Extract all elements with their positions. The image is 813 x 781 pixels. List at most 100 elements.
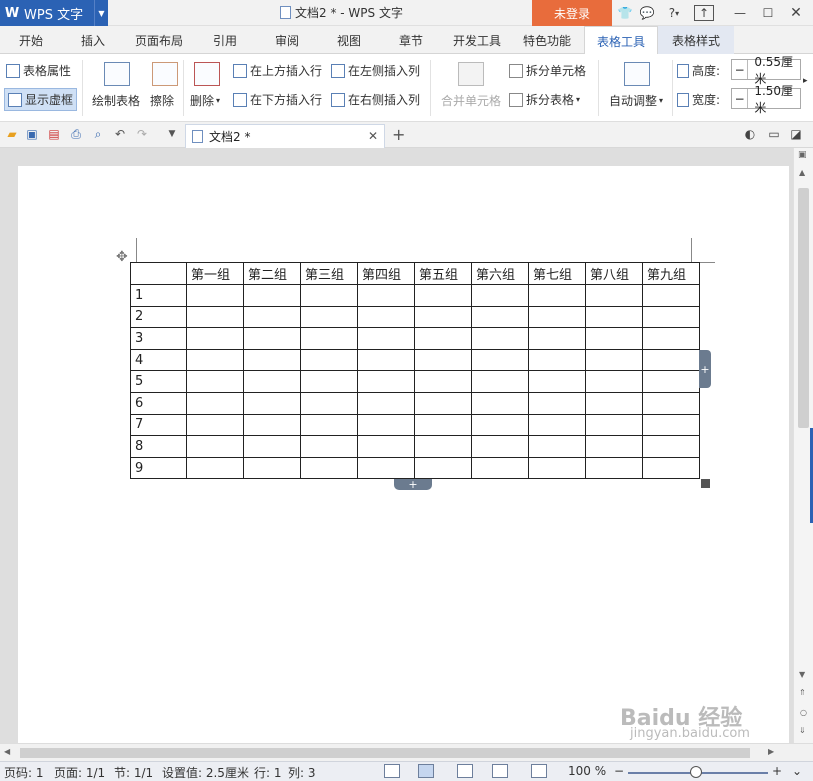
- undo-icon[interactable]: ↶: [112, 126, 128, 142]
- table-cell[interactable]: [186, 391, 244, 415]
- table-cell[interactable]: [357, 348, 415, 372]
- table-cell[interactable]: [585, 305, 643, 329]
- upload-icon[interactable]: ↑: [694, 5, 714, 21]
- table-header-cell[interactable]: 第一组: [186, 262, 244, 285]
- table-cell[interactable]: [243, 348, 301, 372]
- next-page-icon[interactable]: ⇓: [799, 726, 806, 735]
- table-resize-handle-icon[interactable]: [701, 479, 710, 488]
- table-cell[interactable]: [414, 284, 472, 307]
- maximize-icon[interactable]: ☐: [758, 3, 778, 23]
- decrease-height-button[interactable]: −: [732, 60, 749, 79]
- tab-review[interactable]: 审阅: [264, 26, 310, 54]
- table-header-cell[interactable]: 第三组: [300, 262, 358, 285]
- table-cell[interactable]: [186, 370, 244, 393]
- table-cell[interactable]: [357, 284, 415, 307]
- tab-page-layout[interactable]: 页面布局: [128, 26, 190, 54]
- table-cell[interactable]: [186, 456, 244, 480]
- row-label-cell[interactable]: 6: [130, 391, 187, 415]
- table-cell[interactable]: [186, 284, 244, 307]
- table-cell[interactable]: [300, 327, 358, 350]
- insert-col-right-button[interactable]: 在右侧插入列: [331, 91, 420, 108]
- table-cell[interactable]: [357, 305, 415, 329]
- table-cell[interactable]: [414, 370, 472, 393]
- table-cell[interactable]: [414, 413, 472, 437]
- decrease-width-button[interactable]: −: [732, 89, 749, 108]
- login-button[interactable]: 未登录: [532, 0, 612, 26]
- table-cell[interactable]: [471, 391, 529, 415]
- show-gridlines-toggle[interactable]: 显示虚框: [4, 88, 78, 111]
- table-cell[interactable]: [357, 327, 415, 350]
- table-cell[interactable]: [528, 348, 586, 372]
- table-cell[interactable]: [528, 413, 586, 437]
- row-label-cell[interactable]: 5: [130, 370, 187, 393]
- table-cell[interactable]: [414, 456, 472, 480]
- table-cell[interactable]: [585, 284, 643, 307]
- table-header-cell[interactable]: [130, 262, 187, 285]
- add-row-handle-icon[interactable]: +: [394, 478, 432, 491]
- horizontal-scroll-thumb[interactable]: [20, 748, 750, 758]
- table-cell[interactable]: [300, 284, 358, 307]
- table-properties-button[interactable]: 表格属性: [6, 62, 71, 79]
- table-cell[interactable]: [243, 327, 301, 350]
- table-cell[interactable]: [528, 435, 586, 458]
- skin-icon[interactable]: 👕: [616, 3, 634, 23]
- row-label-cell[interactable]: 7: [130, 413, 187, 437]
- auto-fit-dropdown[interactable]: 自动调整 ▾: [609, 92, 663, 109]
- table-cell[interactable]: [243, 435, 301, 458]
- table-cell[interactable]: [528, 391, 586, 415]
- table-cell[interactable]: [642, 456, 700, 480]
- table-cell[interactable]: [585, 435, 643, 458]
- table-cell[interactable]: [243, 284, 301, 307]
- table-header-cell[interactable]: 第五组: [414, 262, 472, 285]
- table-cell[interactable]: [357, 370, 415, 393]
- merge-cells-button[interactable]: 合并单元格: [441, 92, 501, 109]
- table-cell[interactable]: [243, 305, 301, 329]
- table-cell[interactable]: [585, 456, 643, 480]
- table-header-cell[interactable]: 第八组: [585, 262, 643, 285]
- outline-view-icon[interactable]: [457, 764, 473, 778]
- table-cell[interactable]: [243, 391, 301, 415]
- table-cell[interactable]: [186, 413, 244, 437]
- table-cell[interactable]: [471, 370, 529, 393]
- table-cell[interactable]: [243, 370, 301, 393]
- tab-list-icon[interactable]: ▭: [766, 126, 782, 142]
- insert-row-below-button[interactable]: 在下方插入行: [233, 91, 322, 108]
- close-icon[interactable]: ✕: [786, 3, 806, 23]
- table-header-cell[interactable]: 第六组: [471, 262, 529, 285]
- table-cell[interactable]: [300, 370, 358, 393]
- table-cell[interactable]: [300, 348, 358, 372]
- tab-insert[interactable]: 插入: [70, 26, 116, 54]
- table-cell[interactable]: [642, 305, 700, 329]
- table-cell[interactable]: [528, 284, 586, 307]
- table-cell[interactable]: [186, 435, 244, 458]
- width-stepper[interactable]: −1.50厘米: [731, 84, 801, 115]
- table-cell[interactable]: [585, 413, 643, 437]
- table-cell[interactable]: [642, 370, 700, 393]
- table-header-cell[interactable]: 第九组: [642, 262, 700, 285]
- table-cell[interactable]: [471, 327, 529, 350]
- table-cell[interactable]: [471, 284, 529, 307]
- zoom-slider-thumb[interactable]: [690, 766, 702, 778]
- web-view-icon[interactable]: [492, 764, 508, 778]
- chat-icon[interactable]: 💬: [638, 3, 656, 23]
- insert-row-above-button[interactable]: 在上方插入行: [233, 62, 322, 79]
- table-cell[interactable]: [243, 413, 301, 437]
- split-table-dropdown[interactable]: 拆分表格 ▾: [509, 91, 580, 108]
- height-stepper[interactable]: −0.55厘米: [731, 55, 801, 86]
- table-cell[interactable]: [585, 391, 643, 415]
- zoom-out-icon[interactable]: −: [614, 764, 624, 778]
- tab-table-style[interactable]: 表格样式: [658, 26, 734, 54]
- table-cell[interactable]: [528, 456, 586, 480]
- customize-dropdown-icon[interactable]: ▼: [164, 126, 180, 142]
- horizontal-scrollbar[interactable]: ◀ ▶: [0, 743, 813, 761]
- previous-page-icon[interactable]: ⇑: [799, 688, 806, 697]
- table-cell[interactable]: [642, 435, 700, 458]
- status-menu-icon[interactable]: ⌄: [792, 764, 802, 778]
- table-cell[interactable]: [528, 327, 586, 350]
- new-tab-icon[interactable]: +: [392, 125, 405, 144]
- scroll-right-icon[interactable]: ▶: [768, 747, 774, 756]
- table-cell[interactable]: [186, 348, 244, 372]
- add-column-handle-icon[interactable]: +: [699, 350, 711, 388]
- table-cell[interactable]: [528, 370, 586, 393]
- minimize-icon[interactable]: —: [730, 3, 750, 23]
